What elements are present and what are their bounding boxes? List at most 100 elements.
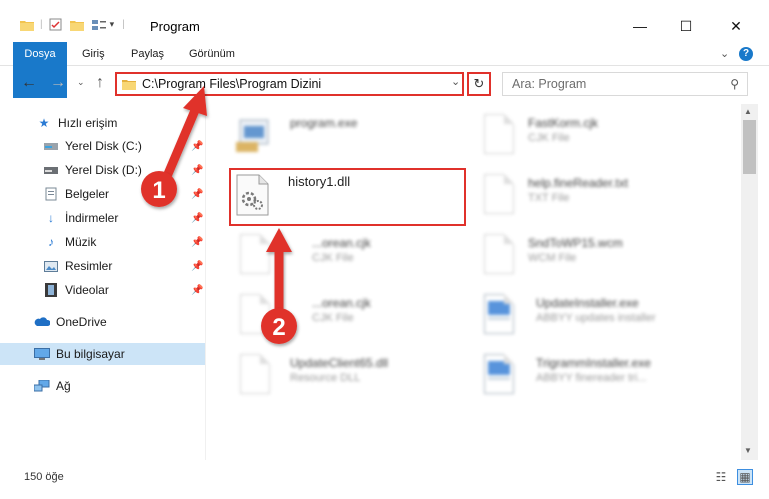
item-count: 150 öğe: [24, 471, 64, 483]
music-icon: ♪: [48, 235, 54, 249]
pin-icon: 📌: [191, 140, 204, 152]
file-item[interactable]: ...orean.cjk CJK File: [236, 230, 476, 286]
sidebar-item-local-disk-d[interactable]: Yerel Disk (D:) 📌: [0, 159, 205, 181]
tab-home[interactable]: Giriş: [72, 42, 115, 66]
sidebar-item-label: Belgeler: [65, 187, 110, 201]
sidebar-item-label: Hızlı erişim: [58, 116, 118, 130]
computer-icon: [34, 346, 50, 362]
new-folder-icon[interactable]: [69, 19, 84, 31]
file-icon: [480, 174, 518, 218]
file-name: ...orean.cjk: [312, 296, 371, 310]
file-type: CJK File: [528, 132, 570, 144]
file-item[interactable]: program.exe: [236, 110, 476, 166]
file-name: UpdateInstaller.exe: [536, 296, 639, 310]
sidebar-item-downloads[interactable]: ↓ İndirmeler 📌: [0, 207, 205, 229]
file-name: FastKorm.cjk: [528, 116, 599, 130]
tab-view[interactable]: Görünüm: [179, 42, 245, 66]
folder-icon[interactable]: [20, 19, 34, 31]
back-arrow-icon[interactable]: ←: [21, 74, 37, 92]
view-menu-icon[interactable]: [91, 19, 106, 31]
properties-icon[interactable]: [49, 18, 62, 31]
sidebar-item-label: Yerel Disk (D:): [65, 163, 142, 177]
scroll-up-icon[interactable]: ▲: [744, 107, 752, 116]
file-item[interactable]: SndToWP15.wcm WCM File: [480, 230, 720, 286]
ribbon-collapse-button[interactable]: ⌄: [710, 42, 739, 66]
pin-icon: 📌: [191, 260, 204, 272]
maximize-button[interactable]: ☐: [663, 12, 709, 40]
file-icon: [480, 114, 518, 158]
navigation-pane: ★ Hızlı erişim Yerel Disk (C:) 📌 Yerel D…: [0, 104, 205, 464]
minimize-button[interactable]: —: [617, 12, 663, 40]
installer-file-icon: [480, 354, 518, 398]
search-input[interactable]: Ara: Program: [512, 77, 586, 91]
address-bar[interactable]: C:\Program Files\Program Dizini: [115, 72, 464, 96]
help-button[interactable]: ?: [739, 47, 753, 61]
file-type: Resource DLL: [290, 372, 361, 384]
pin-icon: 📌: [191, 236, 204, 248]
ribbon-tabs: Dosya Giriş Paylaş Görünüm ⌄ ?: [0, 42, 769, 98]
file-item[interactable]: UpdateInstaller.exe ABBYY updates instal…: [480, 290, 720, 346]
sidebar-item-documents[interactable]: Belgeler 📌: [0, 183, 205, 205]
vertical-scrollbar[interactable]: ▲ ▼: [741, 104, 758, 460]
file-icon: [480, 234, 518, 278]
file-type: ABBYY updates installer: [536, 312, 656, 324]
search-box[interactable]: Ara: Program ⚲: [502, 72, 748, 96]
sidebar-item-label: Müzik: [65, 235, 97, 249]
large-icons-view-icon[interactable]: ▦: [737, 469, 753, 485]
file-item[interactable]: UpdateClient65.dll Resource DLL: [236, 350, 476, 406]
installer-file-icon: [480, 294, 518, 338]
sidebar-item-videos[interactable]: Videolar 📌: [0, 279, 205, 301]
status-bar: 150 öğe ☷ ▦: [0, 462, 769, 499]
file-name: UpdateClient65.dll: [290, 356, 389, 370]
drive-icon: [43, 138, 59, 154]
file-item[interactable]: ...orean.cjk CJK File: [236, 290, 476, 346]
file-name: SndToWP15.wcm: [528, 236, 623, 250]
sidebar-item-local-disk-c[interactable]: Yerel Disk (C:) 📌: [0, 135, 205, 157]
refresh-button[interactable]: ↻: [467, 72, 491, 96]
network-icon: [34, 378, 50, 394]
address-dropdown-icon[interactable]: ⌄: [451, 75, 460, 88]
sidebar-item-label: Ağ: [56, 379, 71, 393]
window-title: Program: [150, 19, 200, 34]
scrollbar-thumb[interactable]: [743, 120, 756, 174]
pictures-icon: [43, 258, 59, 274]
file-item[interactable]: FastKorm.cjk CJK File: [480, 110, 720, 166]
tab-share[interactable]: Paylaş: [121, 42, 174, 66]
sidebar-item-network[interactable]: Ağ: [0, 375, 205, 397]
file-icon: [236, 294, 274, 338]
close-button[interactable]: ✕: [713, 12, 759, 40]
exe-file-icon: [236, 114, 274, 158]
cloud-icon: [34, 314, 50, 330]
search-icon: ⚲: [730, 77, 739, 91]
sidebar-item-pictures[interactable]: Resimler 📌: [0, 255, 205, 277]
forward-arrow-icon[interactable]: →: [50, 74, 66, 92]
documents-icon: [43, 186, 59, 202]
file-type: TXT File: [528, 192, 570, 204]
sidebar-item-label: Yerel Disk (C:): [65, 139, 142, 153]
file-type: CJK File: [312, 252, 354, 264]
file-name: help.fineReader.txt: [528, 176, 629, 190]
sidebar-item-music[interactable]: ♪ Müzik 📌: [0, 231, 205, 253]
sidebar-item-label: İndirmeler: [65, 211, 119, 225]
pin-icon: 📌: [191, 188, 204, 200]
sidebar-item-quick-access[interactable]: ★ Hızlı erişim: [0, 112, 205, 134]
quick-access-toolbar: | ▾ |: [20, 18, 125, 31]
file-item[interactable]: help.fineReader.txt TXT File: [480, 170, 720, 226]
refresh-icon: ↻: [473, 76, 485, 91]
sidebar-item-onedrive[interactable]: OneDrive: [0, 311, 205, 333]
file-type: WCM File: [528, 252, 577, 264]
pin-icon: 📌: [191, 164, 204, 176]
file-name: ...orean.cjk: [312, 236, 371, 250]
file-icon: [236, 234, 274, 278]
up-arrow-icon[interactable]: ↑: [96, 74, 104, 92]
customize-quick-access-icon[interactable]: ▾: [110, 19, 115, 30]
sidebar-item-label: Videolar: [65, 283, 109, 297]
highlight-box: [229, 168, 466, 226]
scroll-down-icon[interactable]: ▼: [744, 446, 752, 455]
sidebar-item-this-pc[interactable]: Bu bilgisayar: [0, 343, 205, 365]
sidebar-item-label: OneDrive: [56, 315, 107, 329]
file-item[interactable]: TrigrammInstaller.exe ABBYY finereader t…: [480, 350, 720, 406]
details-view-icon[interactable]: ☷: [713, 469, 729, 485]
file-name: TrigrammInstaller.exe: [536, 356, 651, 370]
recent-locations-icon[interactable]: ⌄: [77, 77, 85, 88]
